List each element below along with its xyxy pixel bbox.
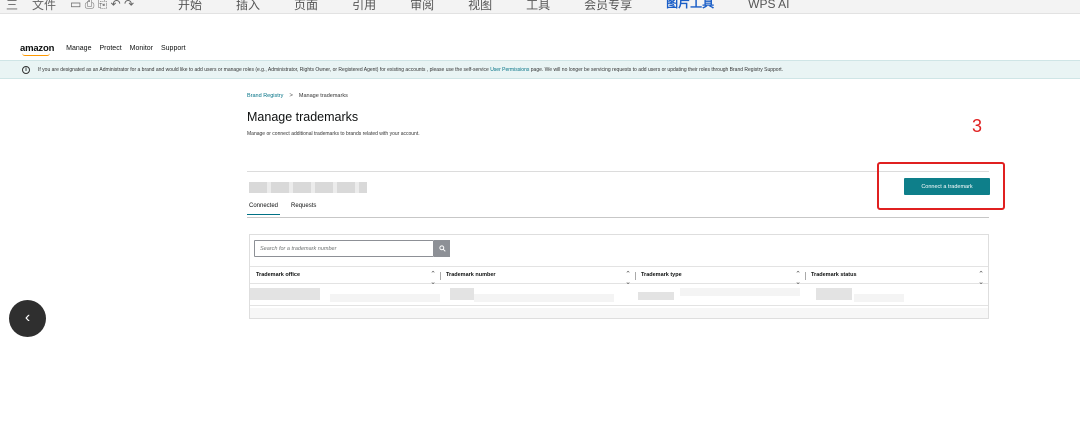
sort-icon[interactable]: ⌃ ⌄ — [625, 271, 631, 287]
nav-manage[interactable]: Manage — [66, 45, 91, 52]
table-header: Trademark office ⌃ ⌄ Trademark number ⌃ ⌄ … — [250, 266, 988, 286]
amazon-logo[interactable]: amazon — [20, 43, 54, 56]
wps-tab-picture-tools[interactable]: 图片工具 — [666, 0, 715, 13]
wps-tab-page[interactable]: 页面 — [294, 0, 318, 13]
page-title: Manage trademarks — [247, 110, 359, 124]
wps-file-menu[interactable]: 三 文件 ▭ ⎙ ⎘ ↶ ↷ — [6, 0, 148, 13]
page-subtitle: Manage or connect additional trademarks … — [247, 131, 420, 137]
search-button[interactable] — [434, 240, 450, 257]
search-icon — [438, 245, 446, 252]
annotation-step-number: 3 — [972, 116, 983, 136]
search-input[interactable] — [254, 240, 435, 257]
redacted-cell — [816, 288, 852, 300]
wps-tab-member[interactable]: 会员专享 — [584, 0, 632, 13]
sort-icon[interactable]: ⌃ ⌄ — [795, 271, 801, 287]
column-trademark-office[interactable]: Trademark office ⌃ ⌄ — [250, 267, 441, 286]
column-label: Trademark office — [256, 272, 301, 278]
top-navigation: amazon Manage Protect Monitor Support — [0, 38, 1080, 58]
wps-toolbar-icons[interactable]: ▭ ⎙ ⎘ ↶ ↷ — [70, 0, 134, 12]
wps-tab-home[interactable]: 开始 — [178, 0, 202, 13]
sort-icon[interactable]: ⌃ ⌄ — [430, 271, 436, 287]
trademark-tabs: Connected Requests — [247, 203, 327, 217]
trademark-table-panel: Trademark office ⌃⌄ Trademark number ⌃⌄ … — [249, 234, 989, 319]
column-label: Trademark type — [641, 272, 682, 278]
table-footer — [250, 308, 988, 318]
tab-requests[interactable]: Requests — [289, 203, 318, 215]
redacted-cell — [854, 294, 904, 302]
nav-support[interactable]: Support — [161, 45, 186, 52]
sort-icon[interactable]: ⌃ ⌄ — [978, 271, 984, 287]
banner-text-before: If you are designated as an Administrato… — [38, 66, 491, 73]
banner-text-after: page. We will no longer be servicing req… — [529, 66, 784, 73]
column-label: Trademark status — [811, 272, 857, 278]
redacted-cell — [250, 288, 320, 300]
info-icon: i — [22, 65, 30, 74]
user-permissions-link[interactable]: User Permissions — [490, 67, 529, 73]
redacted-cell — [680, 288, 800, 296]
column-trademark-status[interactable]: Trademark status ⌃ ⌄ — [805, 267, 988, 286]
column-label: Trademark number — [446, 272, 496, 278]
nav-monitor[interactable]: Monitor — [130, 45, 153, 52]
column-trademark-number[interactable]: Trademark number ⌃ ⌄ — [440, 267, 636, 286]
wps-tab-insert[interactable]: 插入 — [236, 0, 260, 13]
breadcrumb: Brand Registry > Manage trademarks — [247, 93, 348, 99]
search-bar — [254, 240, 450, 257]
nav-protect[interactable]: Protect — [99, 45, 121, 52]
tab-connected[interactable]: Connected — [247, 203, 281, 215]
breadcrumb-brand-registry[interactable]: Brand Registry — [247, 93, 283, 99]
back-button[interactable]: ‹ — [9, 300, 46, 337]
redacted-cell — [450, 288, 474, 300]
info-banner: i If you are designated as an Administra… — [0, 60, 1080, 79]
column-trademark-type[interactable]: Trademark type ⌃ ⌄ — [635, 267, 806, 286]
wps-toolbar: 三 文件 ▭ ⎙ ⎘ ↶ ↷ 开始 插入 页面 引用 审阅 视图 工具 会员专享… — [0, 0, 1080, 14]
wps-tab-view[interactable]: 视图 — [468, 0, 492, 13]
table-row[interactable] — [250, 286, 988, 306]
wps-tab-reference[interactable]: 引用 — [352, 0, 376, 13]
wps-tab-review[interactable]: 审阅 — [410, 0, 434, 13]
redacted-cell — [474, 294, 614, 302]
redacted-brand-name — [249, 182, 367, 193]
banner-text: If you are designated as an Administrato… — [38, 67, 783, 73]
wps-file-label[interactable]: 文件 — [32, 0, 56, 13]
wps-tab-ai[interactable]: WPS AI — [748, 0, 789, 11]
breadcrumb-separator: > — [289, 93, 293, 99]
redacted-cell — [330, 294, 440, 302]
chevron-left-icon: ‹ — [24, 308, 31, 326]
redacted-cell — [638, 292, 674, 300]
tabs-underline — [247, 217, 989, 218]
connect-trademark-button[interactable]: Connect a trademark — [904, 178, 990, 195]
breadcrumb-current: Manage trademarks — [298, 93, 348, 99]
wps-tab-tools[interactable]: 工具 — [526, 0, 550, 13]
menu-icon[interactable]: 三 — [6, 0, 18, 13]
